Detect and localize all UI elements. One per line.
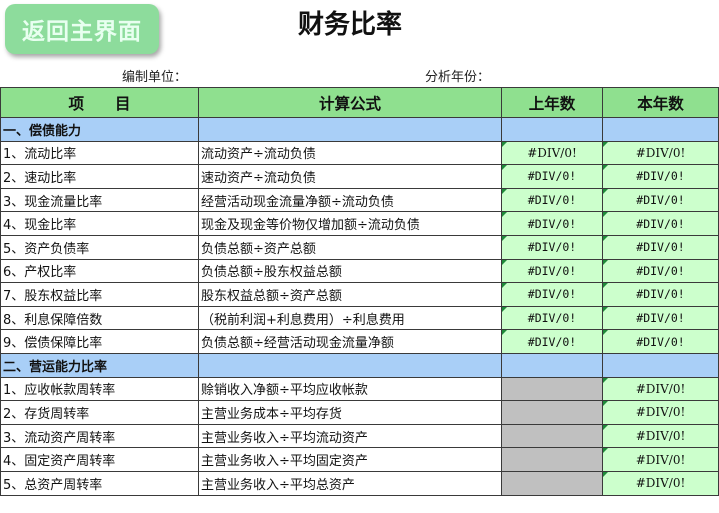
prev-year-cell[interactable]: #DIV/0! bbox=[501, 211, 603, 236]
curr-year-cell[interactable]: #DIV/0! bbox=[602, 211, 719, 236]
ratio-table: 项 目 计算公式 上年数 本年数 一、偿债能力 1、流动比率 流动资产÷流动负债 #D… bbox=[0, 87, 719, 496]
table-row: 4、现金比率 现金及现金等价物仅增加额÷流动负债 #DIV/0! #DIV/0! bbox=[0, 211, 719, 236]
section-title: 二、营运能力比率 bbox=[0, 352, 199, 378]
formula-cell[interactable]: 负债总额÷资产总额 bbox=[198, 234, 502, 260]
section-empty-cell[interactable] bbox=[198, 352, 502, 378]
item-name-cell[interactable]: 1、流动比率 bbox=[0, 140, 199, 166]
unit-label: 编制单位： bbox=[122, 70, 188, 85]
item-name-cell[interactable]: 7、股东权益比率 bbox=[0, 282, 199, 307]
item-name-cell[interactable]: 5、资产负债率 bbox=[0, 234, 199, 260]
curr-year-cell[interactable]: #DIV/0! bbox=[602, 305, 719, 331]
item-name-cell[interactable]: 3、现金流量比率 bbox=[0, 187, 199, 213]
item-name-cell[interactable]: 4、固定资产周转率 bbox=[0, 447, 199, 472]
table-row: 6、产权比率 负债总额÷股东权益总额 #DIV/0! #DIV/0! bbox=[0, 258, 719, 284]
table-row: 1、流动比率 流动资产÷流动负债 #DIV/0! #DIV/0! bbox=[0, 140, 719, 166]
curr-year-cell[interactable]: #DIV/0! bbox=[602, 140, 719, 166]
formula-cell[interactable]: 流动资产÷流动负债 bbox=[198, 140, 502, 166]
table-row: 9、偿债保障比率 负债总额÷经营活动现金流量净额 #DIV/0! #DIV/0! bbox=[0, 329, 719, 354]
prev-year-cell[interactable]: #DIV/0! bbox=[501, 282, 603, 307]
curr-year-cell[interactable]: #DIV/0! bbox=[602, 258, 719, 284]
table-row: 2、存货周转率 主营业务成本÷平均存货 #DIV/0! bbox=[0, 400, 719, 425]
prev-year-cell[interactable]: #DIV/0! bbox=[501, 329, 603, 354]
section-empty-cell[interactable] bbox=[501, 117, 603, 142]
table-row: 5、资产负债率 负债总额÷资产总额 #DIV/0! #DIV/0! bbox=[0, 234, 719, 260]
header-formula: 计算公式 bbox=[198, 87, 502, 118]
table-row: 2、速动比率 速动资产÷流动负债 #DIV/0! #DIV/0! bbox=[0, 164, 719, 189]
prev-year-cell[interactable]: #DIV/0! bbox=[501, 164, 603, 189]
item-name-cell[interactable]: 1、应收帐款周转率 bbox=[0, 376, 199, 402]
formula-cell[interactable]: 经营活动现金流量净额÷流动负债 bbox=[198, 187, 502, 213]
curr-year-cell[interactable]: #DIV/0! bbox=[602, 329, 719, 354]
page-title: 财务比率 bbox=[297, 10, 402, 40]
item-name-cell[interactable]: 2、存货周转率 bbox=[0, 400, 199, 425]
formula-cell[interactable]: （税前利润+利息费用）÷利息费用 bbox=[198, 305, 502, 331]
item-name-cell[interactable]: 5、总资产周转率 bbox=[0, 470, 199, 496]
item-name-cell[interactable]: 6、产权比率 bbox=[0, 258, 199, 284]
back-to-main-button[interactable]: 返回主界面 bbox=[5, 4, 159, 54]
formula-cell[interactable]: 主营业务收入÷平均固定资产 bbox=[198, 447, 502, 472]
section-row: 一、偿债能力 bbox=[0, 117, 719, 142]
curr-year-cell[interactable]: #DIV/0! bbox=[602, 234, 719, 260]
prev-year-cell[interactable]: #DIV/0! bbox=[501, 258, 603, 284]
prev-year-cell[interactable] bbox=[501, 470, 603, 496]
curr-year-cell[interactable]: #DIV/0! bbox=[602, 447, 719, 472]
prev-year-cell[interactable] bbox=[501, 423, 603, 449]
curr-year-cell[interactable]: #DIV/0! bbox=[602, 470, 719, 496]
formula-cell[interactable]: 股东权益总额÷资产总额 bbox=[198, 282, 502, 307]
section-empty-cell[interactable] bbox=[602, 117, 719, 142]
formula-cell[interactable]: 负债总额÷经营活动现金流量净额 bbox=[198, 329, 502, 354]
year-label: 分析年份： bbox=[425, 70, 491, 85]
formula-cell[interactable]: 主营业务收入÷平均流动资产 bbox=[198, 423, 502, 449]
prev-year-cell[interactable] bbox=[501, 376, 603, 402]
curr-year-cell[interactable]: #DIV/0! bbox=[602, 376, 719, 402]
item-name-cell[interactable]: 3、流动资产周转率 bbox=[0, 423, 199, 449]
prev-year-cell[interactable]: #DIV/0! bbox=[501, 305, 603, 331]
curr-year-cell[interactable]: #DIV/0! bbox=[602, 187, 719, 213]
curr-year-cell[interactable]: #DIV/0! bbox=[602, 164, 719, 189]
formula-cell[interactable]: 主营业务成本÷平均存货 bbox=[198, 400, 502, 425]
table-row: 4、固定资产周转率 主营业务收入÷平均固定资产 #DIV/0! bbox=[0, 447, 719, 472]
section-row: 二、营运能力比率 bbox=[0, 352, 719, 378]
formula-cell[interactable]: 主营业务收入÷平均总资产 bbox=[198, 470, 502, 496]
table-row: 8、利息保障倍数 （税前利润+利息费用）÷利息费用 #DIV/0! #DIV/0! bbox=[0, 305, 719, 331]
section-empty-cell[interactable] bbox=[198, 117, 502, 142]
item-name-cell[interactable]: 8、利息保障倍数 bbox=[0, 305, 199, 331]
formula-cell[interactable]: 赊销收入净额÷平均应收帐款 bbox=[198, 376, 502, 402]
curr-year-cell[interactable]: #DIV/0! bbox=[602, 423, 719, 449]
item-name-cell[interactable]: 9、偿债保障比率 bbox=[0, 329, 199, 354]
prev-year-cell[interactable]: #DIV/0! bbox=[501, 234, 603, 260]
section-title: 一、偿债能力 bbox=[0, 117, 199, 142]
item-name-cell[interactable]: 2、速动比率 bbox=[0, 164, 199, 189]
item-name-cell[interactable]: 4、现金比率 bbox=[0, 211, 199, 236]
table-header-row: 项 目 计算公式 上年数 本年数 bbox=[0, 87, 719, 118]
prev-year-cell[interactable] bbox=[501, 447, 603, 472]
section-empty-cell[interactable] bbox=[602, 352, 719, 378]
table-row: 3、现金流量比率 经营活动现金流量净额÷流动负债 #DIV/0! #DIV/0! bbox=[0, 187, 719, 213]
prev-year-cell[interactable]: #DIV/0! bbox=[501, 187, 603, 213]
prev-year-cell[interactable] bbox=[501, 400, 603, 425]
table-row: 1、应收帐款周转率 赊销收入净额÷平均应收帐款 #DIV/0! bbox=[0, 376, 719, 402]
prev-year-cell[interactable]: #DIV/0! bbox=[501, 140, 603, 166]
header-prev-year: 上年数 bbox=[501, 87, 603, 118]
curr-year-cell[interactable]: #DIV/0! bbox=[602, 282, 719, 307]
formula-cell[interactable]: 速动资产÷流动负债 bbox=[198, 164, 502, 189]
table-row: 7、股东权益比率 股东权益总额÷资产总额 #DIV/0! #DIV/0! bbox=[0, 282, 719, 307]
formula-cell[interactable]: 负债总额÷股东权益总额 bbox=[198, 258, 502, 284]
table-row: 5、总资产周转率 主营业务收入÷平均总资产 #DIV/0! bbox=[0, 470, 719, 496]
formula-cell[interactable]: 现金及现金等价物仅增加额÷流动负债 bbox=[198, 211, 502, 236]
table-row: 3、流动资产周转率 主营业务收入÷平均流动资产 #DIV/0! bbox=[0, 423, 719, 449]
section-empty-cell[interactable] bbox=[501, 352, 603, 378]
header-item: 项 目 bbox=[0, 87, 199, 118]
header-curr-year: 本年数 bbox=[602, 87, 719, 118]
curr-year-cell[interactable]: #DIV/0! bbox=[602, 400, 719, 425]
